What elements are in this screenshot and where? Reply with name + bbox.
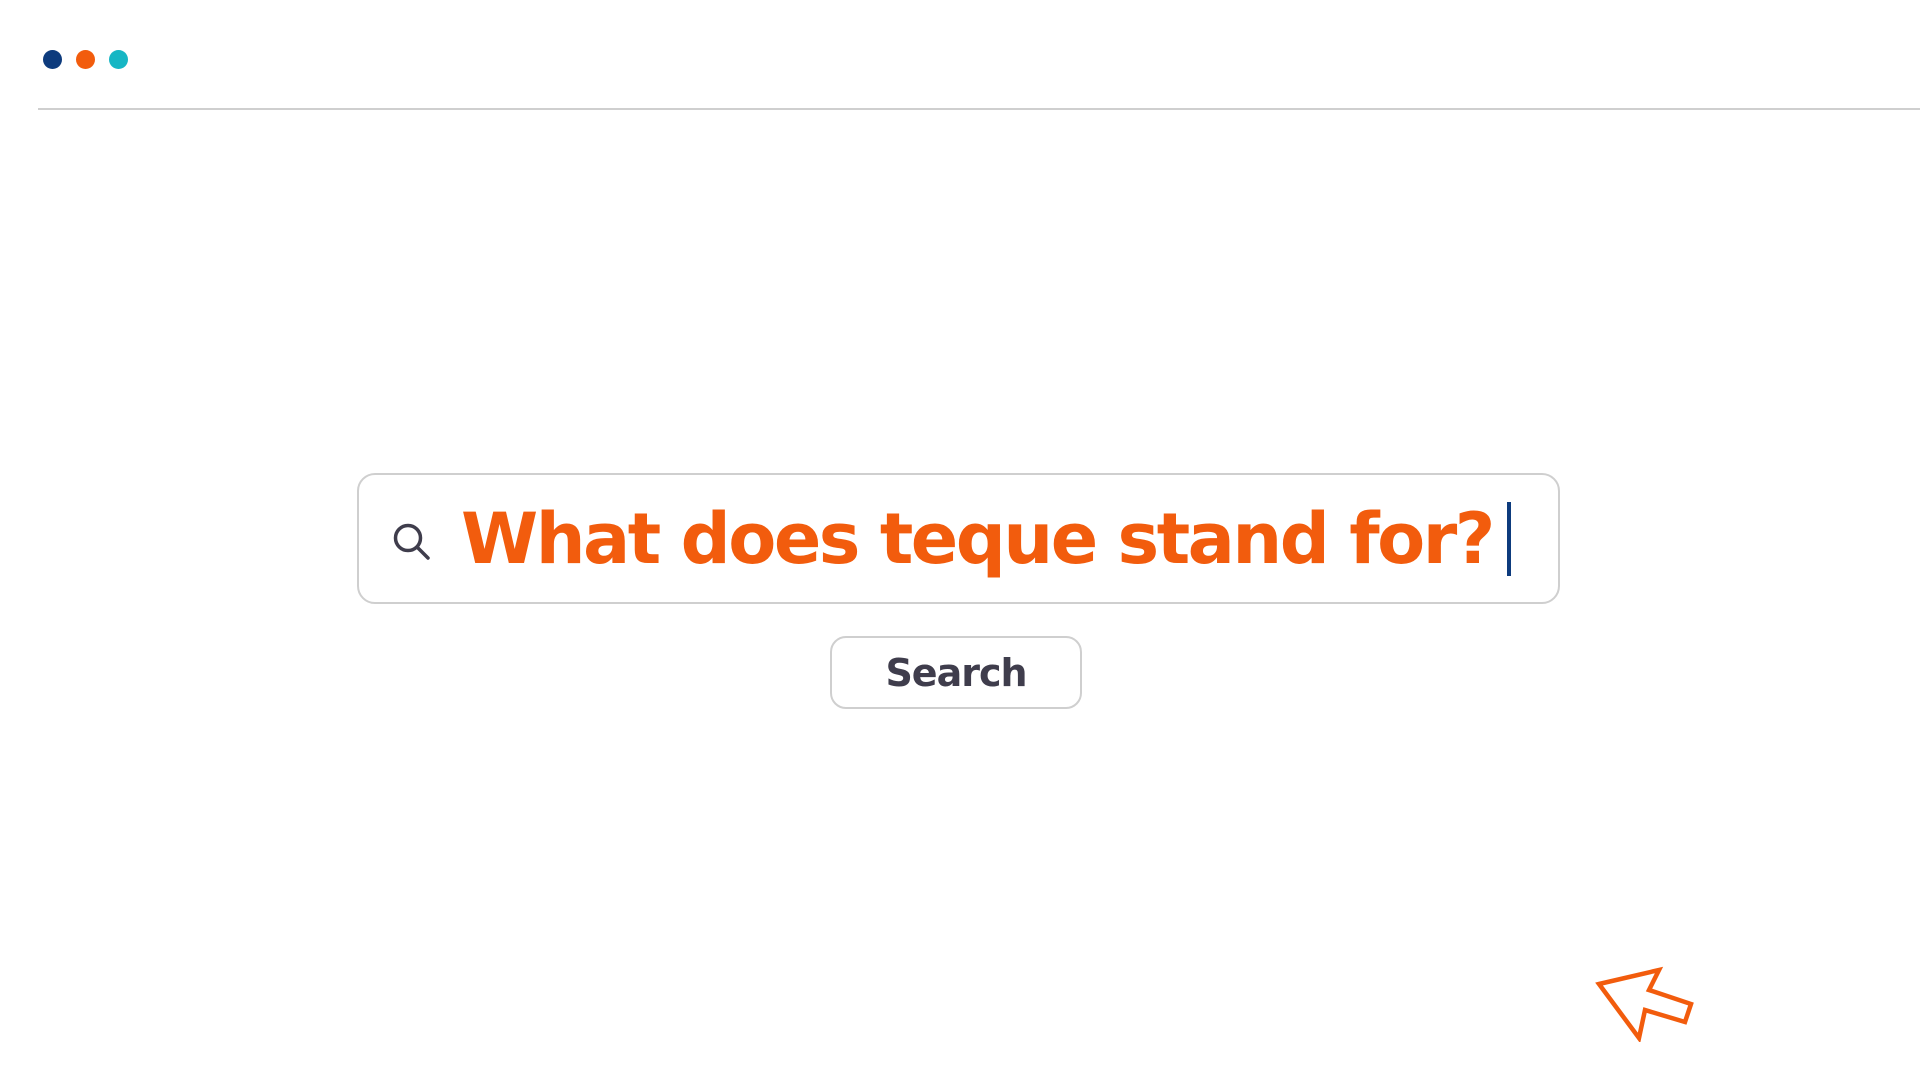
title-bar — [38, 0, 1920, 110]
window-dot-teal[interactable] — [109, 50, 128, 69]
search-query-text: What does teque stand for? — [461, 497, 1495, 580]
search-icon — [393, 523, 430, 560]
mouse-pointer-icon — [1595, 966, 1694, 1042]
search-input[interactable]: What does teque stand for? — [357, 473, 1560, 604]
query-area[interactable]: What does teque stand for? — [461, 475, 1511, 602]
window-controls — [43, 50, 128, 69]
window-dot-orange[interactable] — [76, 50, 95, 69]
search-button[interactable]: Search — [830, 636, 1082, 709]
browser-window: What does teque stand for? Search — [0, 0, 1920, 1080]
window-dot-navy[interactable] — [43, 50, 62, 69]
search-button-label: Search — [885, 650, 1027, 695]
text-caret — [1506, 501, 1511, 576]
